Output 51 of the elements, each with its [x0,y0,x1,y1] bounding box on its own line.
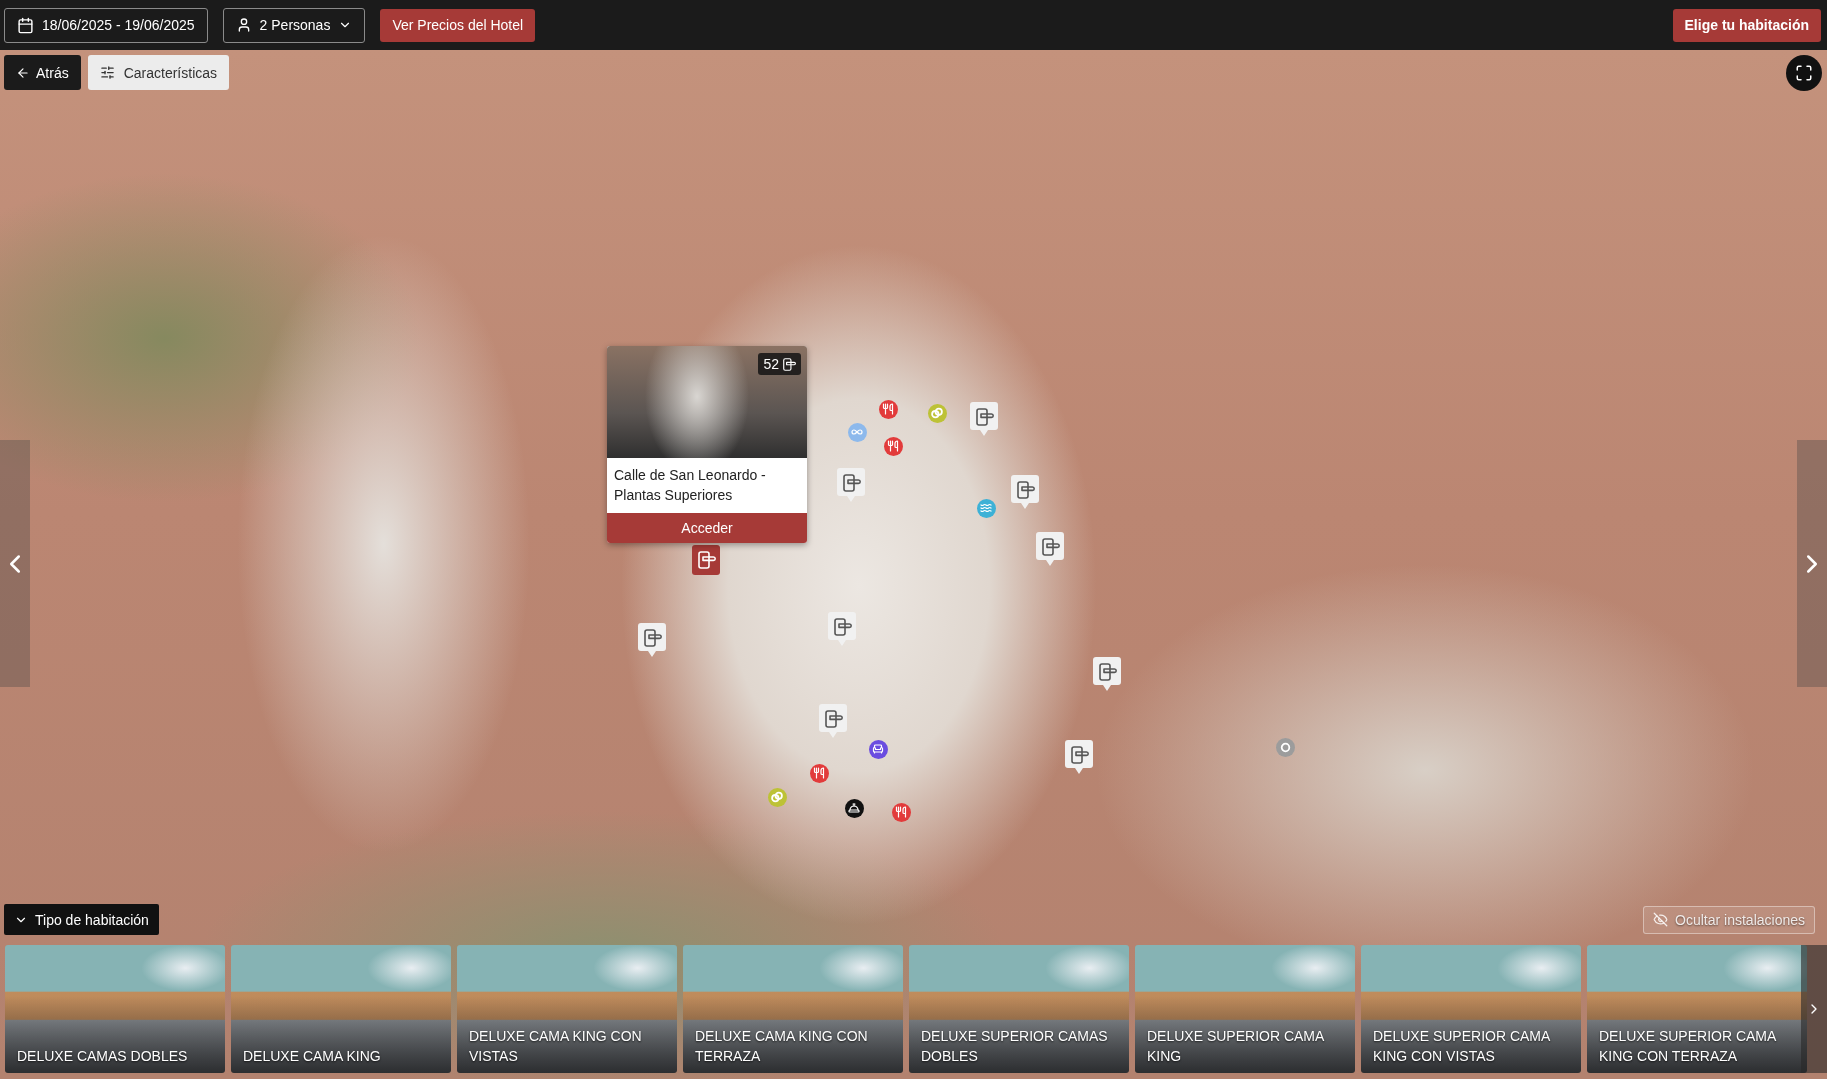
room-card[interactable]: DELUXE CAMAS DOBLES [5,945,225,1073]
features-button[interactable]: Características [87,55,230,90]
fork-knife-icon[interactable] [883,436,903,456]
room-marker[interactable] [970,402,998,436]
room-card[interactable]: DELUXE CAMA KING [231,945,451,1073]
door-handle-icon [843,474,861,492]
room-marker[interactable] [1011,475,1039,509]
door-handle-icon [783,357,796,371]
room-card[interactable]: DELUXE SUPERIOR CAMA KING [1135,945,1355,1073]
door-handle-icon [834,618,852,636]
calendar-icon [17,16,34,34]
fork-knife-icon[interactable] [891,802,911,822]
bell-icon[interactable] [844,798,864,818]
room-card[interactable]: DELUXE CAMA KING CON TERRAZA [683,945,903,1073]
room-card[interactable]: DELUXE CAMA KING CON VISTAS [457,945,677,1073]
back-button[interactable]: Atrás [4,55,81,90]
door-handle-icon [1099,663,1117,681]
room-marker[interactable] [692,545,720,575]
ring-icon[interactable] [1275,737,1295,757]
fullscreen-button[interactable] [1786,55,1822,91]
room-marker[interactable] [819,704,847,738]
room-marker[interactable] [828,612,856,646]
door-handle-icon [825,710,843,728]
room-card[interactable]: DELUXE SUPERIOR CAMA KING CON TERRAZA [1587,945,1807,1073]
guests-dropdown[interactable]: 2 Personas [222,7,366,43]
door-handle-icon [698,551,716,569]
door-handle-icon [644,629,662,647]
room-card[interactable]: DELUXE SUPERIOR CAMA KING CON VISTAS [1361,945,1581,1073]
choose-room-button[interactable]: Elige tu habitación [1672,8,1821,42]
fullscreen-icon [1795,64,1813,82]
door-handle-icon [1017,481,1035,499]
fork-knife-icon[interactable] [878,399,898,419]
door-handle-icon [976,408,994,426]
room-marker[interactable] [1093,657,1121,691]
room-marker[interactable] [837,468,865,502]
location-title: Calle de San Leonardo - Plantas Superiores [613,466,767,505]
room-marker[interactable] [638,623,666,657]
door-handle-icon [1042,538,1060,556]
door-handle-icon [1071,746,1089,764]
room-card[interactable]: DELUXE SUPERIOR CAMAS DOBLES [909,945,1129,1073]
room-type-toggle[interactable]: Tipo de habitación [4,904,159,935]
armchair-icon[interactable] [868,739,888,759]
eye-off-icon [1653,912,1669,927]
fork-knife-icon[interactable] [809,763,829,783]
room-marker[interactable] [1036,532,1064,566]
hotel-prices-button[interactable]: Ver Precios del Hotel [380,8,536,42]
access-button[interactable]: Acceder [607,513,807,543]
date-range-button[interactable]: 18/06/2025 - 19/06/2025 [4,7,208,43]
room-count: 52 [763,355,779,373]
room-marker[interactable] [1065,740,1093,774]
sliders-icon [99,65,115,80]
